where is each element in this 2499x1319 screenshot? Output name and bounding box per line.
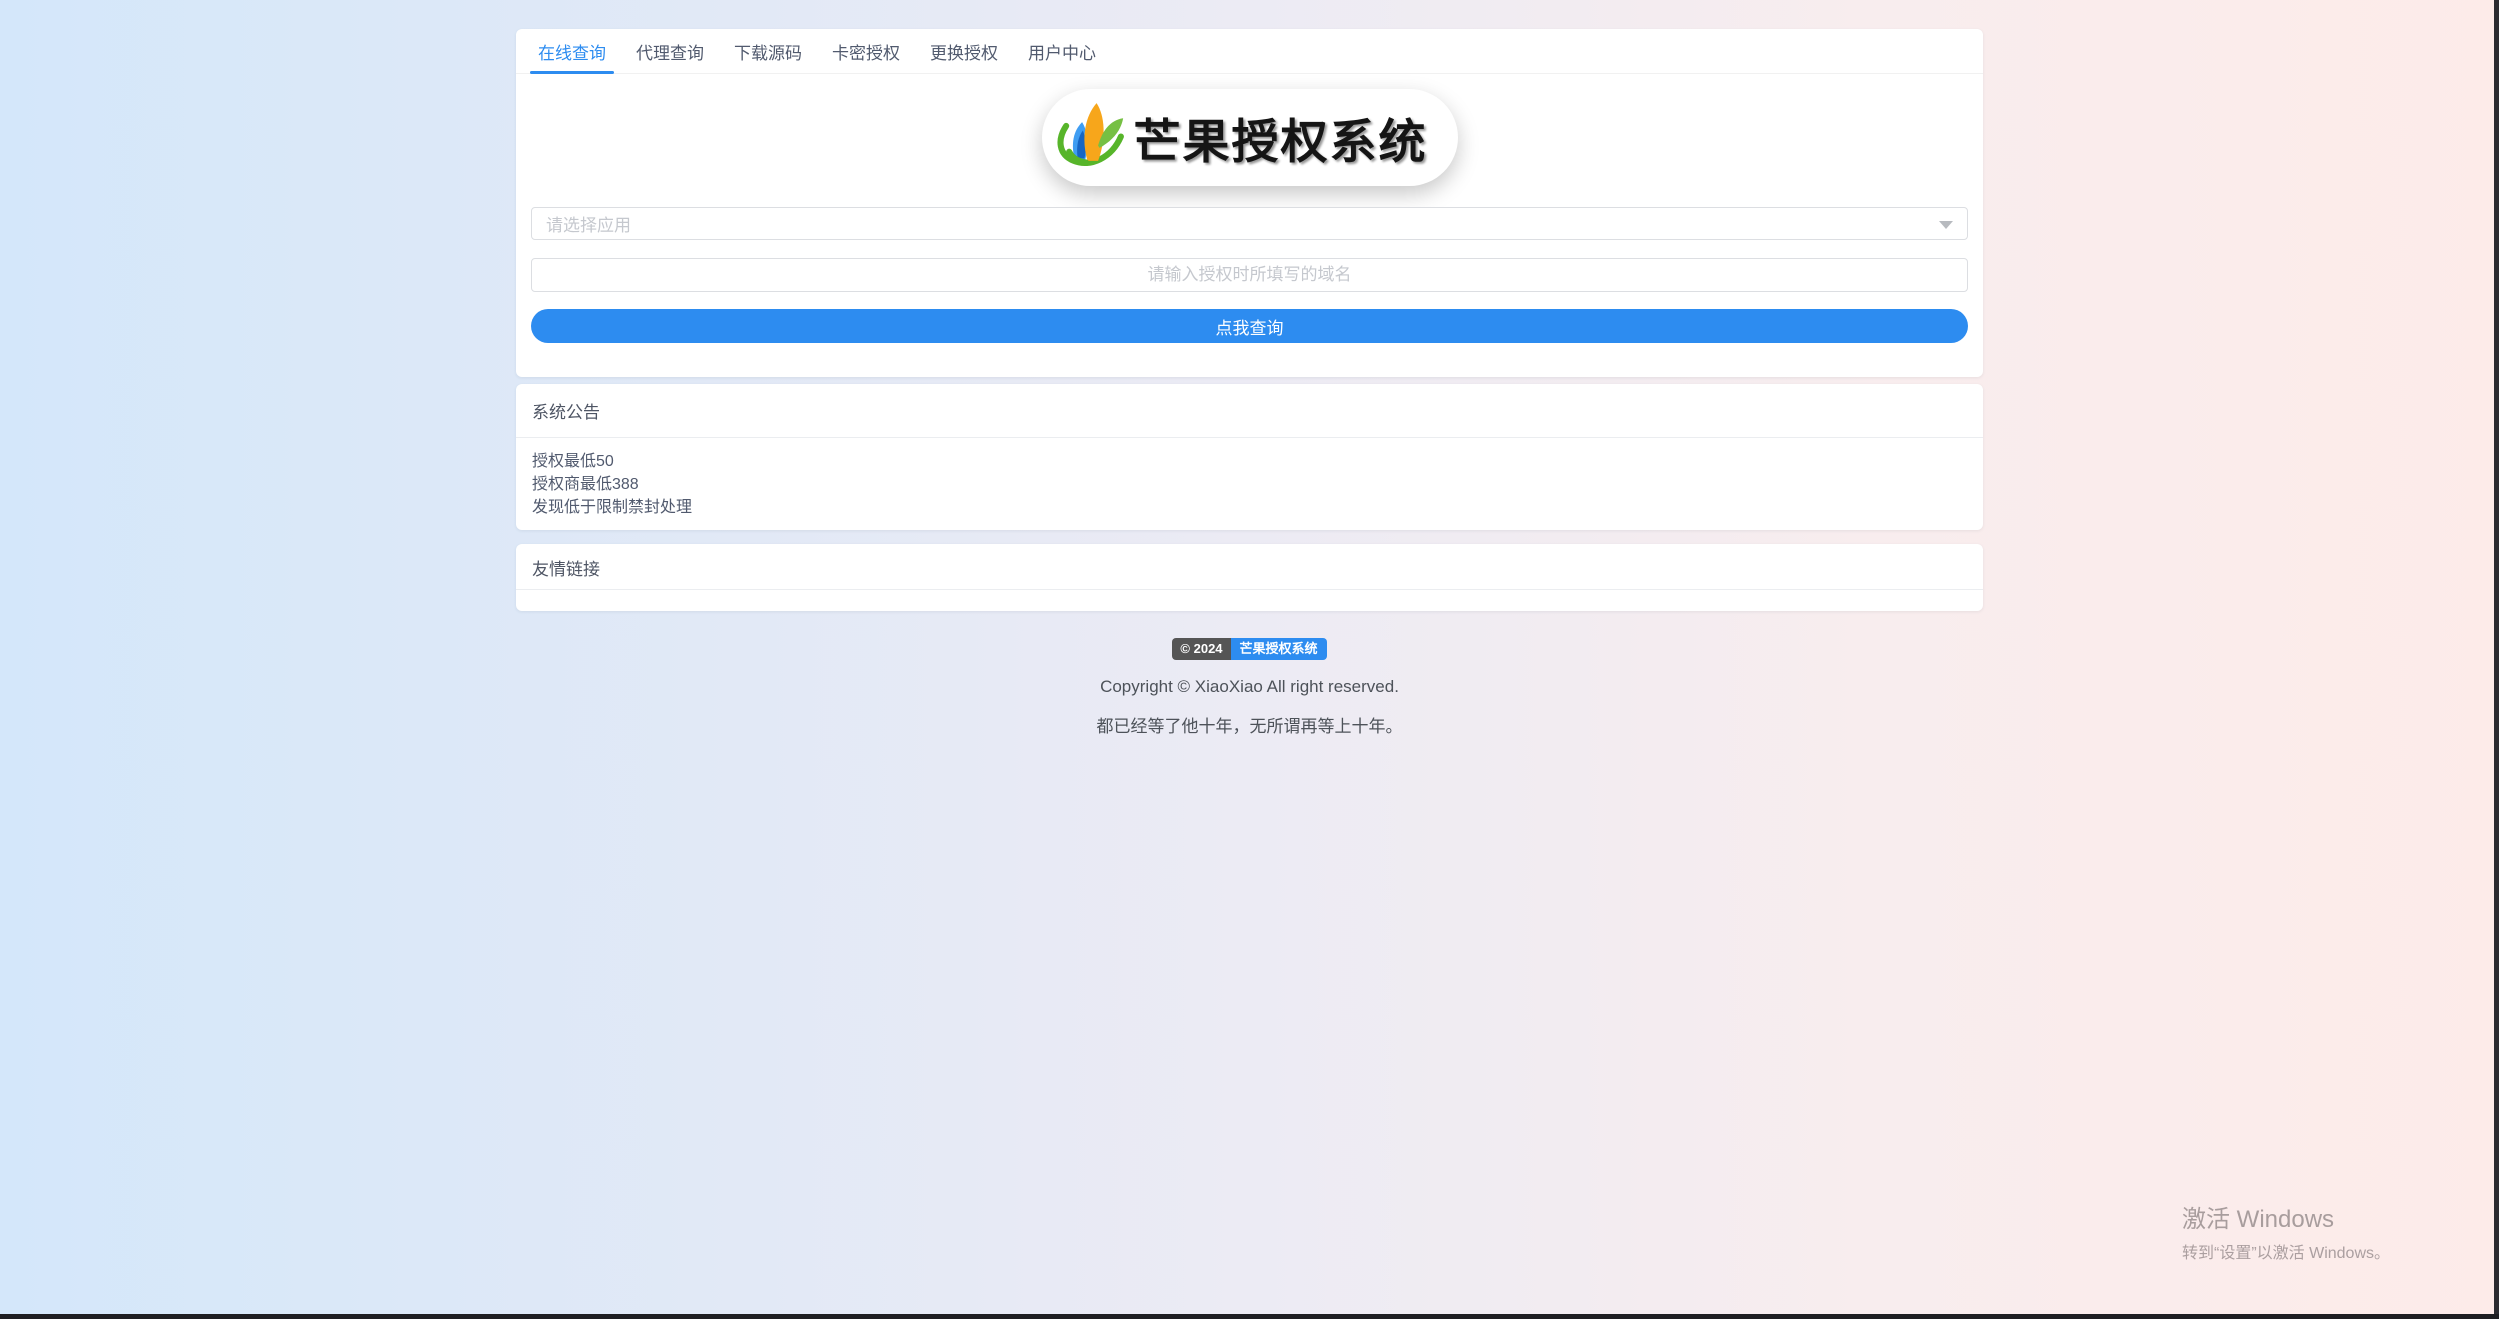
tab-agent-query[interactable]: 代理查询 [628, 29, 712, 73]
friend-links-card: 友情链接 [516, 544, 1983, 611]
announcement-line: 授权最低50 [532, 453, 614, 470]
tab-online-query[interactable]: 在线查询 [530, 29, 614, 74]
friend-links-title: 友情链接 [516, 544, 1983, 590]
page-container: 在线查询 代理查询 下载源码 卡密授权 更换授权 用户中心 芒果授权系统 请选择… [516, 0, 1983, 737]
announcement-line: 发现低于限制禁封处理 [532, 499, 693, 516]
query-submit-button[interactable]: 点我查询 [531, 309, 1968, 343]
tab-download-source[interactable]: 下载源码 [726, 29, 810, 73]
footer-quote: 都已经等了他十年，无所谓再等上十年。 [1096, 717, 1403, 736]
query-form: 请选择应用 点我查询 [516, 186, 1983, 377]
logo-title: 芒果授权系统 [1133, 117, 1428, 169]
windows-activation-subtitle: 转到“设置”以激活 Windows。 [2182, 1245, 2391, 1262]
friend-links-body [516, 590, 1983, 611]
screen-edge-bottom [0, 1314, 2499, 1319]
logo-pill: 芒果授权系统 [1041, 89, 1458, 186]
announcement-body: 授权最低50 授权商最低388 发现低于限制禁封处理 [516, 438, 1983, 530]
announcement-title: 系统公告 [516, 384, 1983, 438]
mango-logo-icon [1054, 97, 1130, 178]
nav-tabs: 在线查询 代理查询 下载源码 卡密授权 更换授权 用户中心 [516, 29, 1983, 74]
app-select[interactable]: 请选择应用 [531, 207, 1968, 240]
tab-user-center[interactable]: 用户中心 [1020, 29, 1104, 73]
windows-activation-watermark: 激活 Windows 转到“设置”以激活 Windows。 [2182, 1199, 2390, 1263]
chevron-down-icon [1939, 220, 1953, 229]
badge-site-name: 芒果授权系统 [1230, 638, 1327, 660]
windows-activation-title: 激活 Windows [2182, 1206, 2335, 1233]
query-card: 在线查询 代理查询 下载源码 卡密授权 更换授权 用户中心 芒果授权系统 请选择… [516, 29, 1983, 377]
app-select-placeholder: 请选择应用 [546, 216, 631, 235]
announcement-card: 系统公告 授权最低50 授权商最低388 发现低于限制禁封处理 [516, 384, 1983, 530]
tab-change-auth[interactable]: 更换授权 [922, 29, 1006, 73]
footer-badge[interactable]: © 2024 芒果授权系统 [1172, 638, 1327, 660]
domain-input[interactable] [531, 258, 1968, 292]
logo: 芒果授权系统 [516, 74, 1983, 186]
screen-edge-right [2494, 0, 2499, 1319]
announcement-line: 授权商最低388 [532, 476, 639, 493]
tab-card-key-auth[interactable]: 卡密授权 [824, 29, 908, 73]
badge-year: © 2024 [1172, 638, 1231, 660]
footer: © 2024 芒果授权系统 Copyright © XiaoXiao All r… [516, 611, 1983, 737]
copyright-text: Copyright © XiaoXiao All right reserved. [1100, 677, 1399, 696]
